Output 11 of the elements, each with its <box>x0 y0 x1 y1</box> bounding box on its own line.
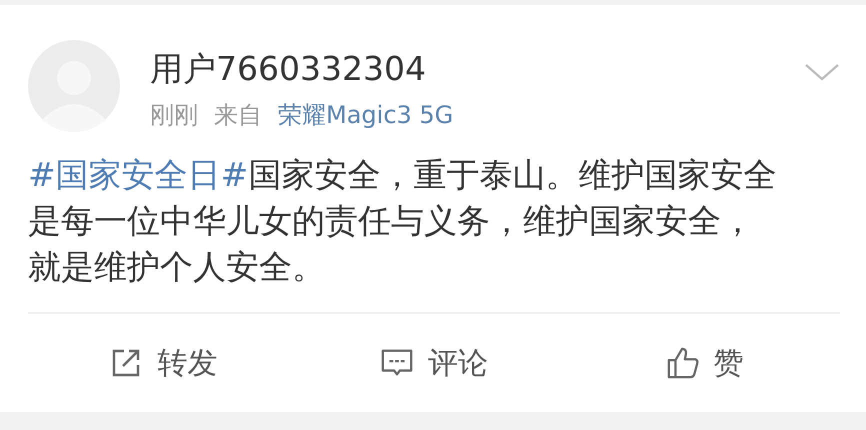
thumbs-up-icon <box>666 347 700 379</box>
post-text: #国家安全日#国家安全，重于泰山。维护国家安全是每一位中华儿女的责任与义务，维护国家安全，就是维护个人安全。 <box>28 154 778 288</box>
device-link[interactable]: 荣耀Magic3 5G <box>278 99 454 131</box>
source-label: 来自 <box>214 100 262 131</box>
repost-button[interactable]: 转发 <box>103 338 224 388</box>
username[interactable]: 用户7660332304 <box>150 47 426 91</box>
hashtag-link[interactable]: #国家安全日# <box>28 155 248 194</box>
post-time: 刚刚 <box>150 100 198 131</box>
like-button[interactable]: 赞 <box>660 338 750 388</box>
chevron-down-icon[interactable] <box>804 62 840 82</box>
comment-button[interactable]: 评论 <box>374 338 494 388</box>
